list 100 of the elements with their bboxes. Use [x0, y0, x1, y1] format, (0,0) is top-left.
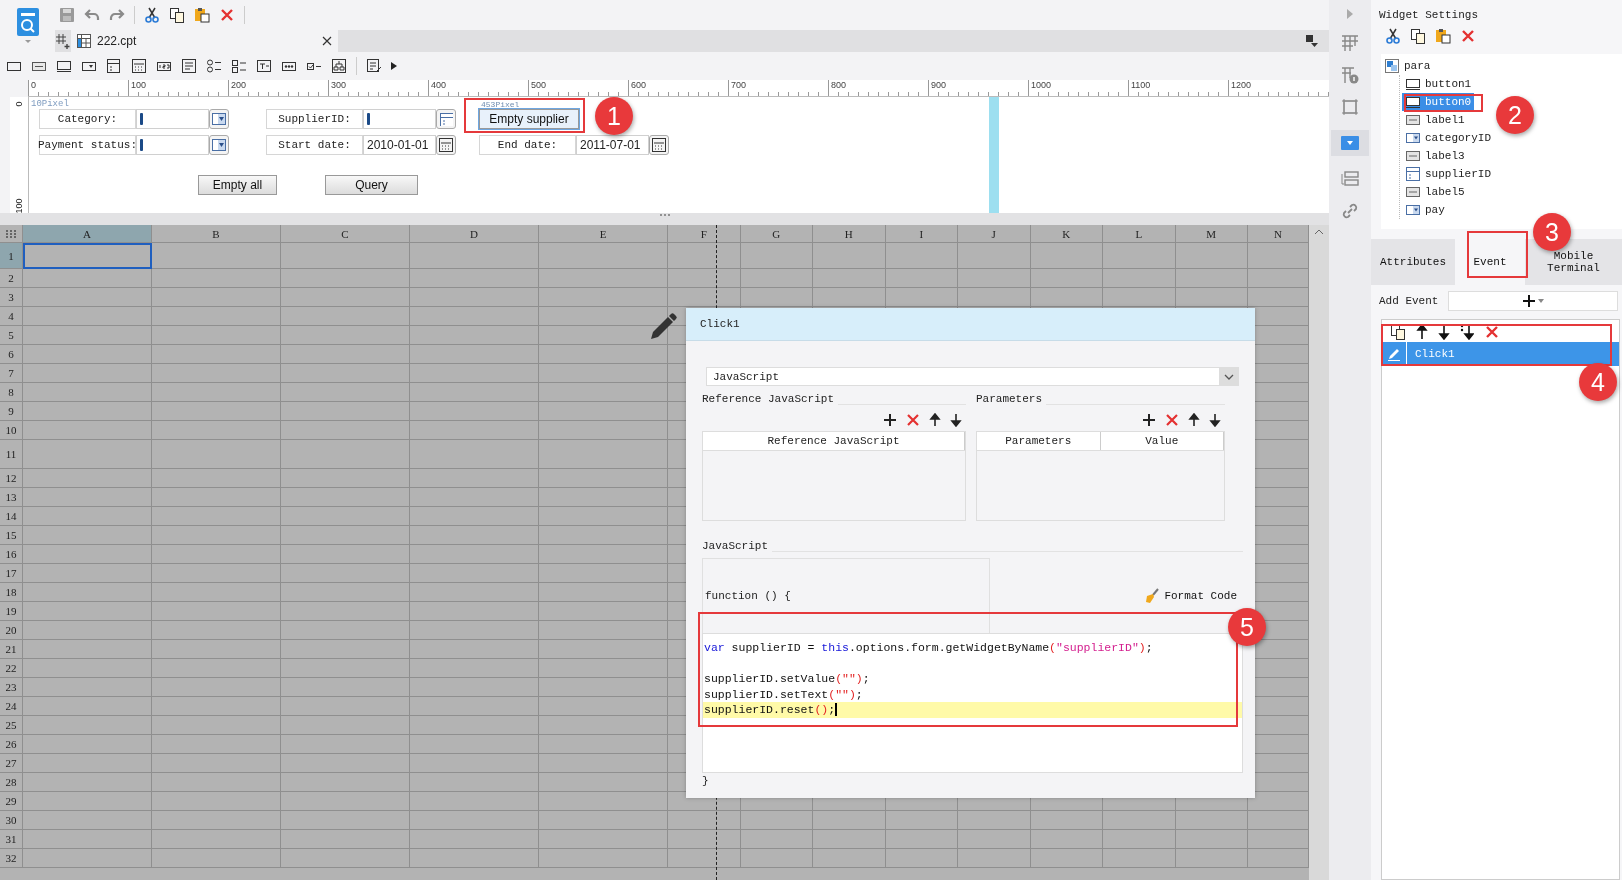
paste-icon[interactable] — [1435, 28, 1451, 44]
row-header[interactable]: 25 — [0, 716, 23, 735]
column-header[interactable]: L — [1103, 225, 1176, 243]
combo-field[interactable] — [136, 109, 209, 129]
drag-handle-icon[interactable] — [658, 213, 671, 217]
row-header[interactable]: 16 — [0, 545, 23, 564]
add-sheet-icon[interactable] — [55, 33, 71, 49]
panel-tab[interactable]: Attributes — [1371, 239, 1455, 285]
scrollbar[interactable] — [1309, 225, 1329, 880]
format-brush-icon[interactable] — [1305, 34, 1319, 48]
delete-icon[interactable] — [219, 7, 235, 23]
row-header[interactable]: 9 — [0, 402, 23, 421]
row-header[interactable]: 12 — [0, 469, 23, 488]
tree-item[interactable]: button1 — [1402, 75, 1475, 93]
row-header[interactable]: 18 — [0, 583, 23, 602]
delete-icon[interactable] — [1165, 413, 1179, 427]
move-down-icon[interactable] — [1438, 324, 1450, 340]
tree-item[interactable]: categoryID — [1402, 129, 1494, 147]
tree-button[interactable] — [436, 109, 456, 129]
layers-icon[interactable] — [1341, 170, 1359, 188]
panel-tab[interactable]: Event — [1455, 239, 1525, 285]
tree-widget-icon[interactable] — [106, 58, 122, 74]
row-header[interactable]: 22 — [0, 659, 23, 678]
row-header[interactable]: 14 — [0, 507, 23, 526]
row-header[interactable]: 15 — [0, 526, 23, 545]
row-header[interactable]: 6 — [0, 345, 23, 364]
add-icon[interactable] — [883, 413, 897, 427]
textbox-icon[interactable] — [56, 58, 72, 74]
column-header[interactable]: K — [1030, 225, 1103, 243]
date-field[interactable]: 2010-01-01 — [363, 135, 436, 155]
tree-item[interactable]: supplierID — [1402, 165, 1494, 183]
close-icon[interactable] — [322, 36, 332, 46]
delete-icon[interactable] — [906, 413, 920, 427]
date-field[interactable]: 2011-07-01 — [576, 135, 649, 155]
select-all-icon[interactable] — [6, 229, 16, 238]
column-header[interactable]: H — [813, 225, 886, 243]
row-header[interactable]: 30 — [0, 811, 23, 830]
row-header[interactable]: 20 — [0, 621, 23, 640]
column-header[interactable]: Value — [1100, 432, 1224, 450]
checkbox-list-icon[interactable] — [231, 58, 247, 74]
tree-field[interactable] — [363, 109, 436, 129]
text-widget-icon[interactable] — [256, 58, 272, 74]
row-header[interactable]: 32 — [0, 849, 23, 868]
row-header[interactable]: 2 — [0, 269, 23, 288]
script-type-dropdown[interactable]: JavaScript — [706, 367, 1239, 386]
row-header[interactable]: 23 — [0, 678, 23, 697]
save-icon[interactable] — [59, 7, 75, 23]
row-header[interactable]: 24 — [0, 697, 23, 716]
column-header[interactable]: B — [152, 225, 281, 243]
move-down-icon[interactable] — [1209, 413, 1221, 427]
row-header[interactable]: 17 — [0, 564, 23, 583]
column-header[interactable]: E — [539, 225, 668, 243]
delete-icon[interactable] — [1484, 324, 1500, 340]
column-header[interactable]: Parameters — [977, 432, 1101, 450]
tree-item[interactable]: label3 — [1402, 147, 1468, 165]
move-up-icon[interactable] — [1416, 324, 1428, 340]
row-header[interactable]: 13 — [0, 488, 23, 507]
more-caret-icon[interactable] — [391, 62, 397, 70]
cut-icon[interactable] — [144, 7, 160, 23]
move-bottom-icon[interactable] — [1460, 324, 1474, 340]
tree-item[interactable]: label1 — [1402, 111, 1468, 129]
column-header[interactable]: Reference JavaScript — [703, 432, 965, 450]
calendar-button[interactable] — [436, 135, 456, 155]
dropdown-button[interactable] — [209, 109, 229, 129]
dropdown-button[interactable] — [209, 135, 229, 155]
calendar-button[interactable] — [649, 135, 669, 155]
cut-icon[interactable] — [1385, 28, 1401, 44]
table-info-icon[interactable] — [1341, 66, 1359, 84]
move-down-icon[interactable] — [950, 413, 962, 427]
copy-icon[interactable] — [1390, 324, 1406, 340]
tree-item[interactable]: para — [1381, 57, 1434, 75]
row-header[interactable]: 26 — [0, 735, 23, 754]
column-header[interactable]: I — [885, 225, 958, 243]
column-header[interactable]: F — [668, 225, 741, 243]
form-button[interactable]: Empty all — [198, 175, 277, 195]
radio-list-icon[interactable] — [206, 58, 222, 74]
calendar-icon[interactable] — [131, 58, 147, 74]
tree-item[interactable]: label5 — [1402, 183, 1468, 201]
text-area-icon[interactable] — [181, 58, 197, 74]
link-icon[interactable] — [1341, 202, 1359, 220]
row-header[interactable]: 10 — [0, 421, 23, 440]
row-header[interactable]: 3 — [0, 288, 23, 307]
row-header[interactable]: 4 — [0, 307, 23, 326]
tree-item[interactable]: pay — [1402, 201, 1448, 219]
row-header[interactable]: 28 — [0, 773, 23, 792]
report-app-icon[interactable] — [14, 8, 41, 44]
row-header[interactable]: 29 — [0, 792, 23, 811]
column-header[interactable]: G — [740, 225, 813, 243]
row-header[interactable]: 7 — [0, 364, 23, 383]
form-button[interactable]: Query — [325, 175, 418, 195]
delete-icon[interactable] — [1460, 28, 1476, 44]
table-icon[interactable] — [1341, 34, 1359, 52]
column-header[interactable]: M — [1175, 225, 1248, 243]
row-header[interactable]: 19 — [0, 602, 23, 621]
column-header[interactable]: J — [958, 225, 1031, 243]
widget-settings-icon[interactable] — [1341, 136, 1359, 150]
row-header[interactable]: 8 — [0, 383, 23, 402]
file-tab[interactable]: 222.cpt — [71, 30, 338, 52]
move-up-icon[interactable] — [1188, 413, 1200, 427]
add-icon[interactable] — [1142, 413, 1156, 427]
